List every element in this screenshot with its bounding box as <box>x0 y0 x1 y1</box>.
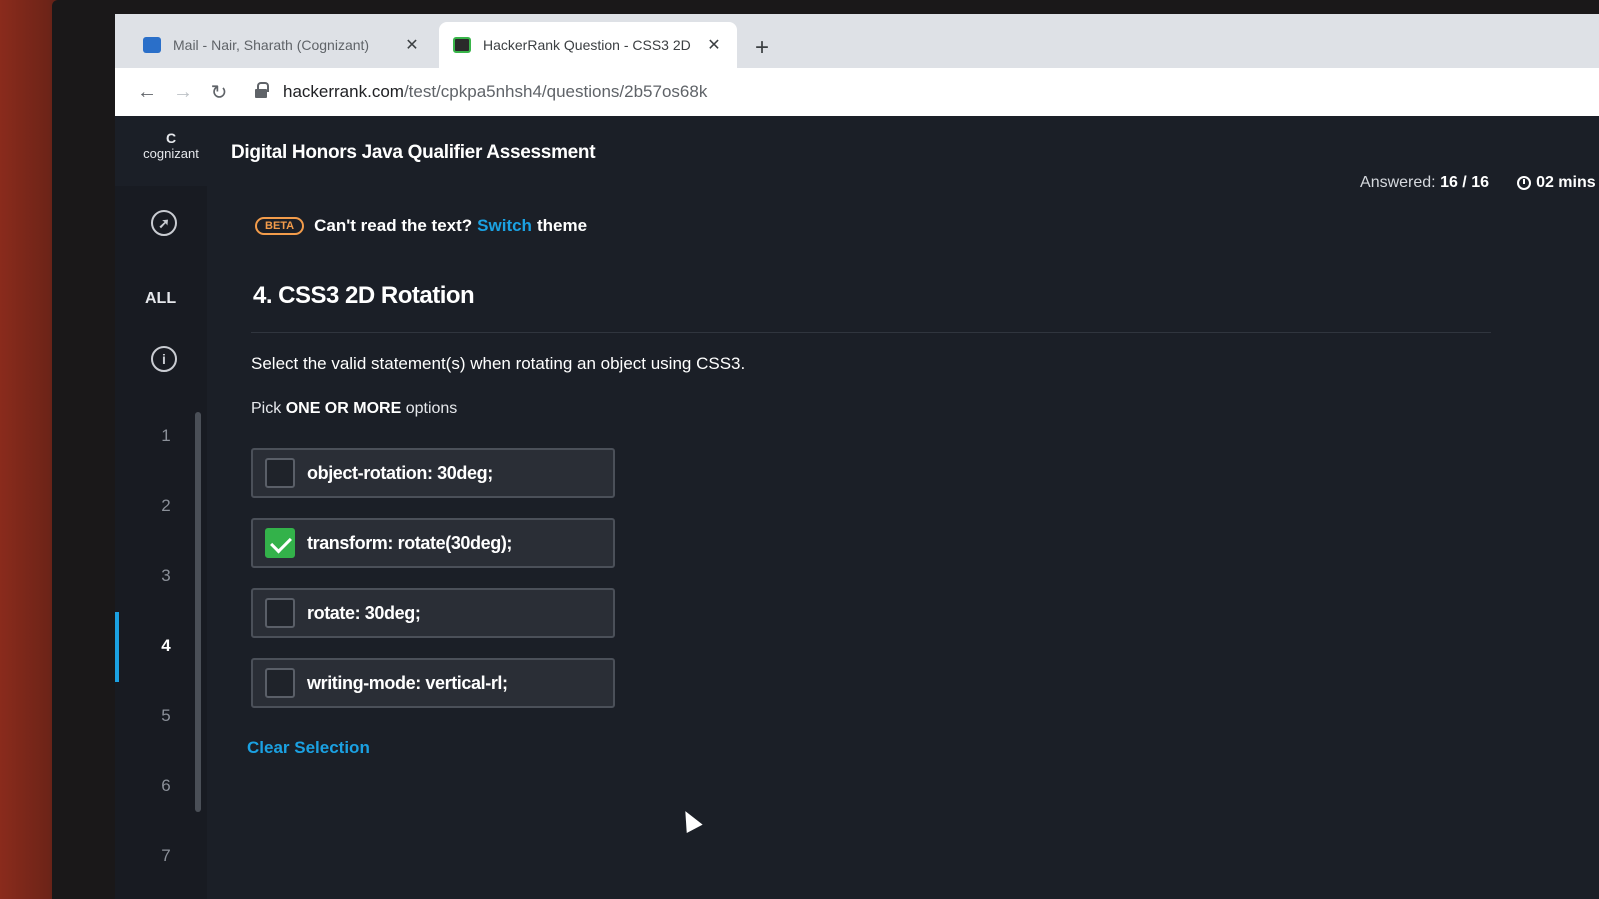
question-nav-3[interactable]: 3 <box>151 566 181 586</box>
option-3[interactable]: rotate: 30deg; <box>251 588 615 638</box>
tab-mail[interactable]: Mail - Nair, Sharath (Cognizant) ✕ <box>129 22 435 68</box>
lock-icon <box>255 82 269 98</box>
checkbox[interactable] <box>265 668 295 698</box>
switch-theme-link[interactable]: Switch <box>477 216 532 236</box>
question-sidebar: ➚ ALL i 1 2 3 4 5 6 7 <box>115 186 207 899</box>
pick-suffix: options <box>405 400 458 417</box>
notice-text: Can't read the text? <box>314 216 473 235</box>
question-panel: BETA Can't read the text? Switch theme 4… <box>247 186 1591 899</box>
checkbox[interactable] <box>265 458 295 488</box>
checkbox[interactable] <box>265 598 295 628</box>
url-host: hackerrank.com <box>283 82 404 101</box>
url-path: /test/cpkpa5nhsh4/questions/2b57os68k <box>403 82 708 101</box>
pick-prefix: Pick <box>251 400 282 417</box>
address-bar[interactable]: hackerrank.com /test/cpkpa5nhsh4/questio… <box>255 75 1599 109</box>
option-label: object-rotation: 30deg; <box>307 462 493 483</box>
info-icon[interactable]: i <box>151 346 177 372</box>
divider <box>251 332 1491 333</box>
tab-hackerrank[interactable]: HackerRank Question - CSS3 2D ✕ <box>439 22 737 68</box>
question-nav-2[interactable]: 2 <box>151 496 181 516</box>
sidebar-scrollbar[interactable] <box>195 412 201 812</box>
option-label: writing-mode: vertical-rl; <box>307 672 508 693</box>
question-nav-7[interactable]: 7 <box>151 846 181 866</box>
tab-title: Mail - Nair, Sharath (Cognizant) <box>173 37 370 53</box>
question-nav-4[interactable]: 4 <box>151 636 181 656</box>
pick-emphasis: ONE OR MORE <box>285 400 402 417</box>
beta-badge: BETA <box>255 217 305 235</box>
question-nav-6[interactable]: 6 <box>151 776 181 796</box>
question-title: 4. CSS3 2D Rotation <box>253 282 475 309</box>
pick-instruction: Pick ONE OR MORE options <box>251 400 457 418</box>
option-2[interactable]: transform: rotate(30deg); <box>251 518 615 568</box>
outlook-icon <box>143 37 161 53</box>
option-4[interactable]: writing-mode: vertical-rl; <box>251 658 615 708</box>
hackerrank-app: C cognizant Digital Honors Java Qualifie… <box>115 116 1599 899</box>
clear-selection-link[interactable]: Clear Selection <box>247 738 370 758</box>
notice-suffix: theme <box>536 216 588 235</box>
hackerrank-icon <box>453 37 471 53</box>
question-nav-1[interactable]: 1 <box>151 426 181 446</box>
browser-window: Mail - Nair, Sharath (Cognizant) ✕ Hacke… <box>115 14 1599 899</box>
new-tab-button[interactable]: + <box>755 34 769 62</box>
tab-strip: Mail - Nair, Sharath (Cognizant) ✕ Hacke… <box>115 14 1599 68</box>
compass-icon[interactable]: ➚ <box>151 210 177 236</box>
checkbox-checked[interactable] <box>265 528 295 558</box>
close-tab-icon[interactable]: ✕ <box>403 35 421 55</box>
theme-notice: BETA Can't read the text? Switch theme <box>255 216 587 236</box>
option-1[interactable]: object-rotation: 30deg; <box>251 448 615 498</box>
back-button[interactable]: ← <box>129 81 165 104</box>
browser-toolbar: ← → ↻ hackerrank.com /test/cpkpa5nhsh4/q… <box>115 68 1599 116</box>
app-header: C cognizant Digital Honors Java Qualifie… <box>115 116 1599 191</box>
active-question-indicator <box>115 612 119 682</box>
reload-button[interactable]: ↻ <box>201 80 237 105</box>
mouse-cursor-icon <box>677 806 703 834</box>
logo-text: cognizant <box>143 146 199 161</box>
close-tab-icon[interactable]: ✕ <box>705 35 723 55</box>
option-label: transform: rotate(30deg); <box>307 532 513 553</box>
page-title: Digital Honors Java Qualifier Assessment <box>231 142 596 163</box>
question-text: Select the valid statement(s) when rotat… <box>251 354 746 373</box>
logo-mark-icon: C <box>165 130 177 146</box>
forward-button[interactable]: → <box>165 81 201 104</box>
sidebar-all[interactable]: ALL <box>145 290 176 308</box>
option-label: rotate: 30deg; <box>307 602 421 623</box>
cognizant-logo: C cognizant <box>137 130 205 172</box>
tab-title: HackerRank Question - CSS3 2D <box>483 37 691 53</box>
question-nav-5[interactable]: 5 <box>151 706 181 726</box>
